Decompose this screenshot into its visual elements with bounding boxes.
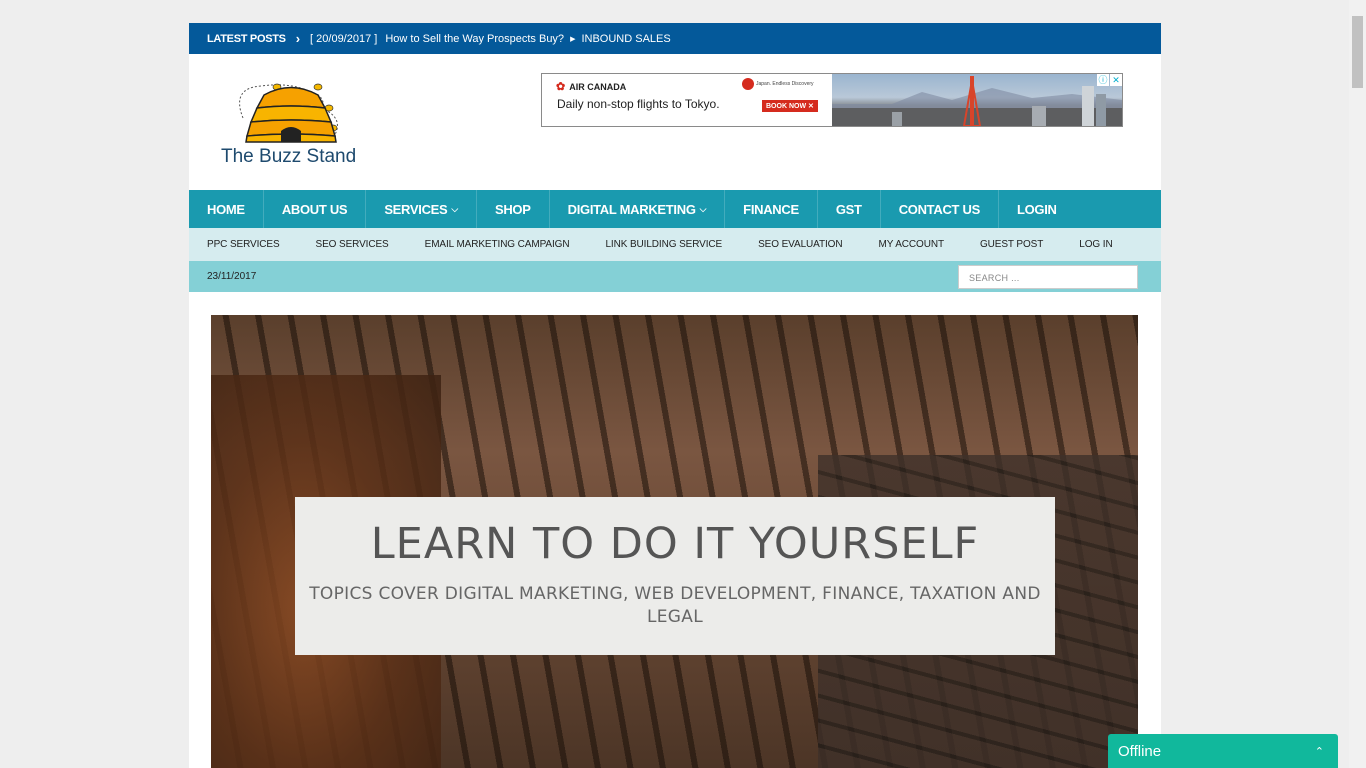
nav-digital-marketing[interactable]: DIGITAL MARKETING ⌵ [550,190,726,228]
ad-tagline: Japan. Endless Discovery [742,78,814,90]
subnav-ppc-services[interactable]: PPC SERVICES [207,239,280,250]
subnav-seo-evaluation[interactable]: SEO EVALUATION [758,239,842,250]
hero-image: LEARN TO DO IT YOURSELF TOPICS COVER DIG… [211,315,1138,768]
hero-title: LEARN TO DO IT YOURSELF [370,519,980,569]
scrollbar-thumb[interactable] [1352,16,1363,88]
date-search-bar: 23/11/2017 SEARCH ... [189,261,1161,292]
ad-text: Daily non-stop flights to Tokyo. [557,97,720,111]
advertisement-banner[interactable]: ✿ AIR CANADA Japan. Endless Discovery Da… [541,73,1123,127]
ad-brand: ✿ AIR CANADA [556,81,627,93]
nav-contact-us[interactable]: CONTACT US [881,190,999,228]
ad-controls: ⓘ ✕ [1097,74,1122,86]
site-header: The Buzz Stand ✿ AIR CANADA Japan. Endle… [189,54,1161,190]
site-title[interactable]: The Buzz Stand [221,146,356,168]
nav-finance[interactable]: FINANCE [725,190,818,228]
maple-leaf-icon: ✿ [556,81,566,93]
secondary-navigation: PPC SERVICES SEO SERVICES EMAIL MARKETIN… [189,228,1161,261]
subnav-email-marketing[interactable]: EMAIL MARKETING CAMPAIGN [425,239,570,250]
ticker-post-link[interactable]: How to Sell the Way Prospects Buy? [385,33,564,45]
subnav-guest-post[interactable]: GUEST POST [980,239,1043,250]
page-container: LATEST POSTS › [ 20/09/2017 ] How to Sel… [189,23,1161,768]
nav-login[interactable]: LOGIN [999,190,1075,228]
hero-subtitle: TOPICS COVER DIGITAL MARKETING, WEB DEVE… [309,584,1041,627]
triangle-right-icon: ▶ [570,35,576,43]
page-scrollbar[interactable] [1349,0,1366,768]
nav-gst[interactable]: GST [818,190,881,228]
latest-posts-ticker: LATEST POSTS › [ 20/09/2017 ] How to Sel… [189,23,1161,54]
hero-banner: LEARN TO DO IT YOURSELF TOPICS COVER DIG… [295,497,1055,655]
chevron-down-icon: ⌵ [451,203,458,214]
subnav-seo-services[interactable]: SEO SERVICES [316,239,389,250]
search-input[interactable]: SEARCH ... [958,265,1138,289]
subnav-my-account[interactable]: MY ACCOUNT [878,239,944,250]
nav-shop[interactable]: SHOP [477,190,550,228]
subnav-log-in[interactable]: LOG IN [1079,239,1112,250]
chevron-right-icon: › [295,31,301,46]
subnav-link-building[interactable]: LINK BUILDING SERVICE [605,239,722,250]
offline-chat-widget[interactable]: Offline ⌃ [1108,734,1338,768]
nav-services[interactable]: SERVICES ⌵ [366,190,477,228]
nav-about-us[interactable]: ABOUT US [264,190,367,228]
ticker-category-link[interactable]: INBOUND SALES [581,33,670,45]
ad-info-icon[interactable]: ⓘ [1097,74,1109,86]
chevron-up-icon[interactable]: ⌃ [1315,745,1324,759]
chat-status: Offline [1118,743,1162,760]
current-date: 23/11/2017 [207,271,257,282]
main-navigation: HOME ABOUT US SERVICES ⌵ SHOP DIGITAL MAR… [189,190,1161,228]
ad-close-icon[interactable]: ✕ [1110,74,1122,86]
ad-book-now-button[interactable]: BOOK NOW ✕ [762,100,818,112]
ticker-date: [ 20/09/2017 ] [310,32,378,45]
japan-flower-icon [742,78,754,90]
chevron-down-icon: ⌵ [699,203,707,214]
nav-home[interactable]: HOME [189,190,264,228]
tokyo-skyline-image: ⓘ ✕ [832,74,1122,126]
ticker-label: LATEST POSTS [207,32,286,45]
